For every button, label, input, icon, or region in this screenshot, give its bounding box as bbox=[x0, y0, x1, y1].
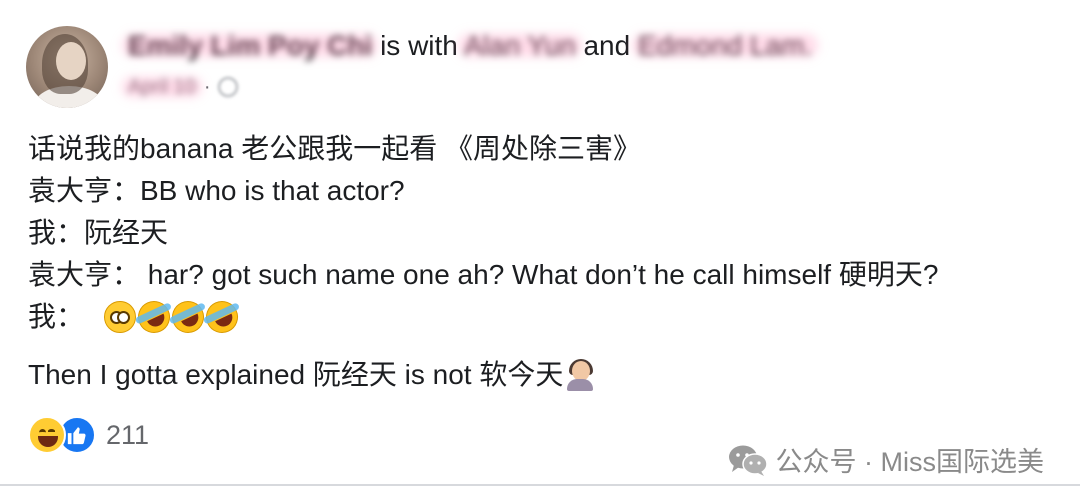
emoji-row bbox=[104, 295, 244, 339]
post-header: Emily Lim Poy Chi is with Alan Yun and E… bbox=[128, 28, 812, 64]
post-line-5: 我： bbox=[28, 295, 1058, 339]
woman-facepalming-icon bbox=[565, 359, 595, 391]
facebook-post: Emily Lim Poy Chi is with Alan Yun and E… bbox=[0, 0, 1080, 501]
divider bbox=[0, 484, 1080, 486]
rolling-laughing-icon bbox=[166, 295, 210, 339]
closing-text: Then I gotta explained 阮经天 is not 软今天 bbox=[28, 359, 564, 390]
flushed-face-icon bbox=[104, 301, 137, 333]
with-label: is with bbox=[380, 30, 458, 61]
author-name[interactable]: Emily Lim Poy Chi bbox=[128, 30, 372, 61]
rolling-laughing-icon bbox=[132, 295, 176, 339]
meta-separator: · bbox=[203, 76, 211, 98]
post-line-4: 袁大亨： har? got such name one ah? What don… bbox=[28, 259, 939, 290]
post-body: 话说我的banana 老公跟我一起看 《周处除三害》 袁大亨：BB who is… bbox=[28, 128, 1058, 396]
tagged-person-2[interactable]: Edmond Lam. bbox=[638, 30, 812, 61]
post-line-2: 袁大亨：BB who is that actor? bbox=[28, 175, 405, 206]
watermark: 公众号 · Miss国际选美 bbox=[728, 440, 1044, 479]
wechat-icon bbox=[728, 445, 768, 476]
post-line-1: 话说我的banana 老公跟我一起看 《周处除三害》 bbox=[28, 133, 641, 164]
speaker-label: 我： bbox=[28, 301, 85, 332]
avatar[interactable] bbox=[26, 26, 108, 108]
rolling-laughing-icon bbox=[200, 295, 244, 339]
watermark-text: 公众号 · Miss国际选美 bbox=[775, 447, 1044, 477]
and-label: and bbox=[583, 30, 631, 61]
post-closing-line: Then I gotta explained 阮经天 is not 软今天 bbox=[28, 354, 1058, 396]
post-date[interactable]: April 10 bbox=[128, 73, 196, 101]
post-meta: April 10 · bbox=[128, 73, 239, 101]
reaction-count[interactable]: 211 bbox=[106, 420, 149, 451]
tagged-person-1[interactable]: Alan Yun bbox=[464, 30, 576, 61]
post-line-3: 我：阮经天 bbox=[28, 217, 169, 248]
globe-icon bbox=[218, 77, 239, 97]
reaction-summary[interactable]: 211 bbox=[28, 416, 149, 454]
haha-icon bbox=[28, 416, 66, 454]
